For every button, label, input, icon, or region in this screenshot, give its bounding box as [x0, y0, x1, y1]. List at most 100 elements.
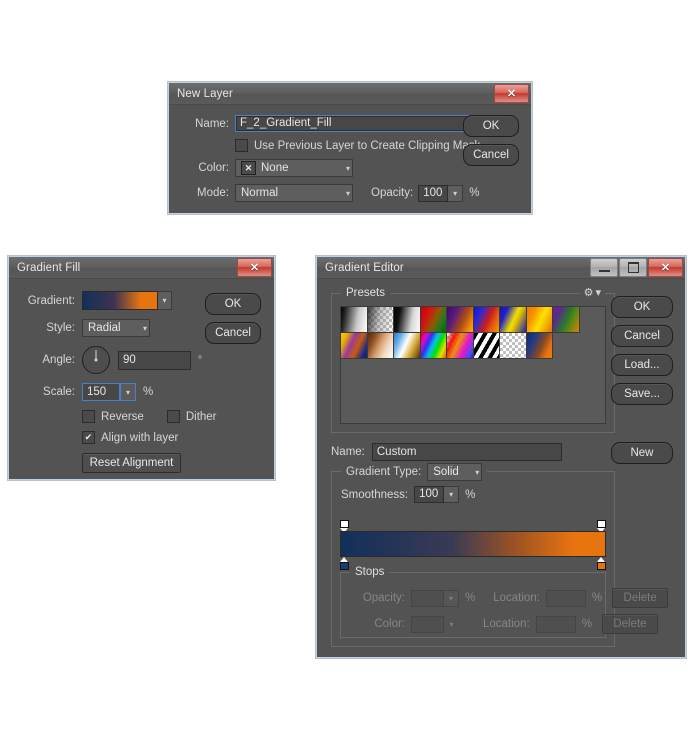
preset-swatch-copper[interactable]: [367, 333, 394, 359]
preset-swatch-foreground-to-background[interactable]: [341, 307, 368, 333]
preset-swatch-fill: [500, 333, 526, 358]
gradient-preview-swatch[interactable]: [82, 291, 158, 310]
new-button[interactable]: New: [611, 442, 673, 464]
new-layer-titlebar[interactable]: New Layer ✕: [169, 83, 531, 105]
chevron-down-icon: ▾: [345, 163, 350, 173]
gear-icon[interactable]: ⚙ ▾: [579, 286, 605, 299]
smoothness-label: Smoothness:: [341, 488, 409, 501]
gradient-type-value: Solid: [433, 466, 459, 478]
stops-group: Stops Opacity: ▾ % Location: % Delete Co…: [340, 566, 669, 638]
scale-dropdown-icon[interactable]: ▾: [120, 383, 136, 401]
gradient-style-select[interactable]: Radial ▾: [82, 319, 150, 337]
gradient-type-select[interactable]: Solid ▾: [427, 463, 483, 481]
preset-swatch-foreground-to-transparent[interactable]: [367, 307, 394, 333]
maximize-icon[interactable]: [619, 258, 647, 277]
angle-label: Angle:: [42, 354, 75, 366]
load-button[interactable]: Load...: [611, 354, 673, 376]
gradient-picker-chevron-icon[interactable]: ▾: [158, 291, 172, 310]
preset-swatch-chrome[interactable]: [394, 333, 421, 359]
preset-swatch-orange-yellow-orange[interactable]: [526, 307, 553, 333]
presets-swatch-list[interactable]: [340, 306, 606, 424]
chevron-down-icon: ▾: [345, 188, 350, 198]
angle-dial[interactable]: [82, 346, 110, 374]
preset-swatch-transparent-rainbow[interactable]: [447, 333, 474, 359]
delete-color-stop-button[interactable]: Delete: [601, 614, 658, 634]
preset-swatch-blue-yellow-blue[interactable]: [500, 307, 527, 333]
color-stop-left[interactable]: [340, 557, 349, 570]
align-with-layer-row[interactable]: Align with layer: [19, 431, 264, 444]
opacity-label: Opacity:: [371, 187, 414, 199]
stop-opacity-input[interactable]: [411, 589, 444, 607]
ok-button[interactable]: OK: [611, 296, 673, 318]
clipping-mask-checkbox[interactable]: [235, 139, 248, 152]
stop-opacity-label: Opacity:: [362, 592, 405, 604]
reverse-checkbox[interactable]: [82, 410, 95, 423]
layer-color-select[interactable]: ✕ None ▾: [235, 159, 353, 177]
cancel-button[interactable]: Cancel: [463, 144, 519, 166]
gradient-fill-body: Gradient: ▾ Style: Radial ▾ Angle: 90 ° …: [9, 279, 274, 479]
save-button[interactable]: Save...: [611, 383, 673, 405]
stop-color-swatch[interactable]: [411, 615, 444, 633]
scale-row: Scale: 150 ▾ %: [19, 383, 264, 401]
ok-button[interactable]: OK: [205, 293, 261, 315]
preset-swatch-transparent-stripes[interactable]: [473, 333, 500, 359]
gear-glyph: ⚙: [583, 287, 594, 299]
blend-mode-value: Normal: [241, 187, 279, 199]
stop-color-dropdown-icon[interactable]: ▾: [444, 616, 459, 633]
close-icon[interactable]: ✕: [494, 84, 529, 103]
gradient-type-group: Gradient Type: Solid ▾ Smoothness: 100 ▾…: [331, 463, 669, 647]
opacity-location-input[interactable]: [545, 589, 586, 607]
stops-legend: Stops: [350, 566, 390, 578]
reverse-label: Reverse: [101, 410, 144, 423]
mode-label: Mode:: [197, 187, 229, 199]
opacity-percent-label: %: [469, 187, 480, 199]
layer-name-input[interactable]: F_2_Gradient_Fill: [235, 115, 469, 132]
angle-hub-icon: [94, 358, 98, 362]
preset-swatch-yellow-violet-orange-blue[interactable]: [341, 333, 368, 359]
close-icon[interactable]: ✕: [237, 258, 272, 277]
blend-mode-select[interactable]: Normal ▾: [235, 184, 353, 202]
opacity-input[interactable]: 100: [418, 184, 449, 202]
close-icon[interactable]: ✕: [648, 258, 683, 277]
gradient-name-input[interactable]: Custom: [371, 443, 562, 461]
preset-swatch-red-green[interactable]: [420, 307, 447, 333]
gradient-options-row: Reverse Dither: [19, 410, 264, 423]
gradient-bar-area: [340, 520, 606, 570]
angle-input[interactable]: 90: [118, 350, 191, 370]
align-with-layer-checkbox[interactable]: [82, 431, 95, 444]
gradient-editor-titlebar[interactable]: Gradient Editor ✕: [317, 257, 685, 279]
smoothness-input[interactable]: 100: [414, 486, 445, 503]
name-label: Name:: [195, 117, 229, 130]
color-stop-right[interactable]: [597, 557, 606, 570]
new-layer-body: Name: F_2_Gradient_Fill Use Previous Lay…: [169, 105, 531, 213]
new-layer-title: New Layer: [177, 87, 233, 100]
smoothness-dropdown-icon[interactable]: ▾: [444, 486, 460, 503]
opacity-stop-row: Opacity: ▾ % Location: % Delete: [351, 588, 669, 608]
preset-swatch-blue-red-yellow[interactable]: [473, 307, 500, 333]
cancel-button[interactable]: Cancel: [205, 322, 261, 344]
gradient-fill-titlebar[interactable]: Gradient Fill ✕: [9, 257, 274, 279]
ok-button[interactable]: OK: [463, 115, 519, 137]
preset-swatch-black-white[interactable]: [394, 307, 421, 333]
color-location-percent-label: %: [581, 618, 592, 630]
cancel-button[interactable]: Cancel: [611, 325, 673, 347]
reset-alignment-button[interactable]: Reset Alignment: [82, 453, 181, 473]
preset-swatch-spectrum[interactable]: [420, 333, 447, 359]
preset-swatch-violet-green-orange[interactable]: [553, 307, 580, 333]
chevron-down-icon: ▾: [475, 467, 480, 477]
preset-swatch-blue-orange[interactable]: [526, 333, 553, 359]
opacity-dropdown-icon[interactable]: ▾: [448, 184, 464, 202]
opacity-stop-left-square-icon: [340, 520, 349, 528]
presets-legend: Presets: [341, 287, 390, 299]
gradient-style-value: Radial: [88, 322, 121, 334]
preset-swatch-violet-orange[interactable]: [447, 307, 474, 333]
scale-input[interactable]: 150: [82, 383, 120, 401]
stop-opacity-dropdown-icon[interactable]: ▾: [444, 589, 459, 607]
gradient-bar[interactable]: [340, 531, 606, 557]
preset-swatch-neutral-density[interactable]: [500, 333, 527, 359]
dither-checkbox[interactable]: [166, 410, 180, 423]
opacity-location-percent-label: %: [591, 592, 603, 604]
color-location-input[interactable]: [535, 615, 576, 633]
delete-opacity-stop-button[interactable]: Delete: [612, 588, 669, 608]
minimize-icon[interactable]: [590, 258, 618, 277]
